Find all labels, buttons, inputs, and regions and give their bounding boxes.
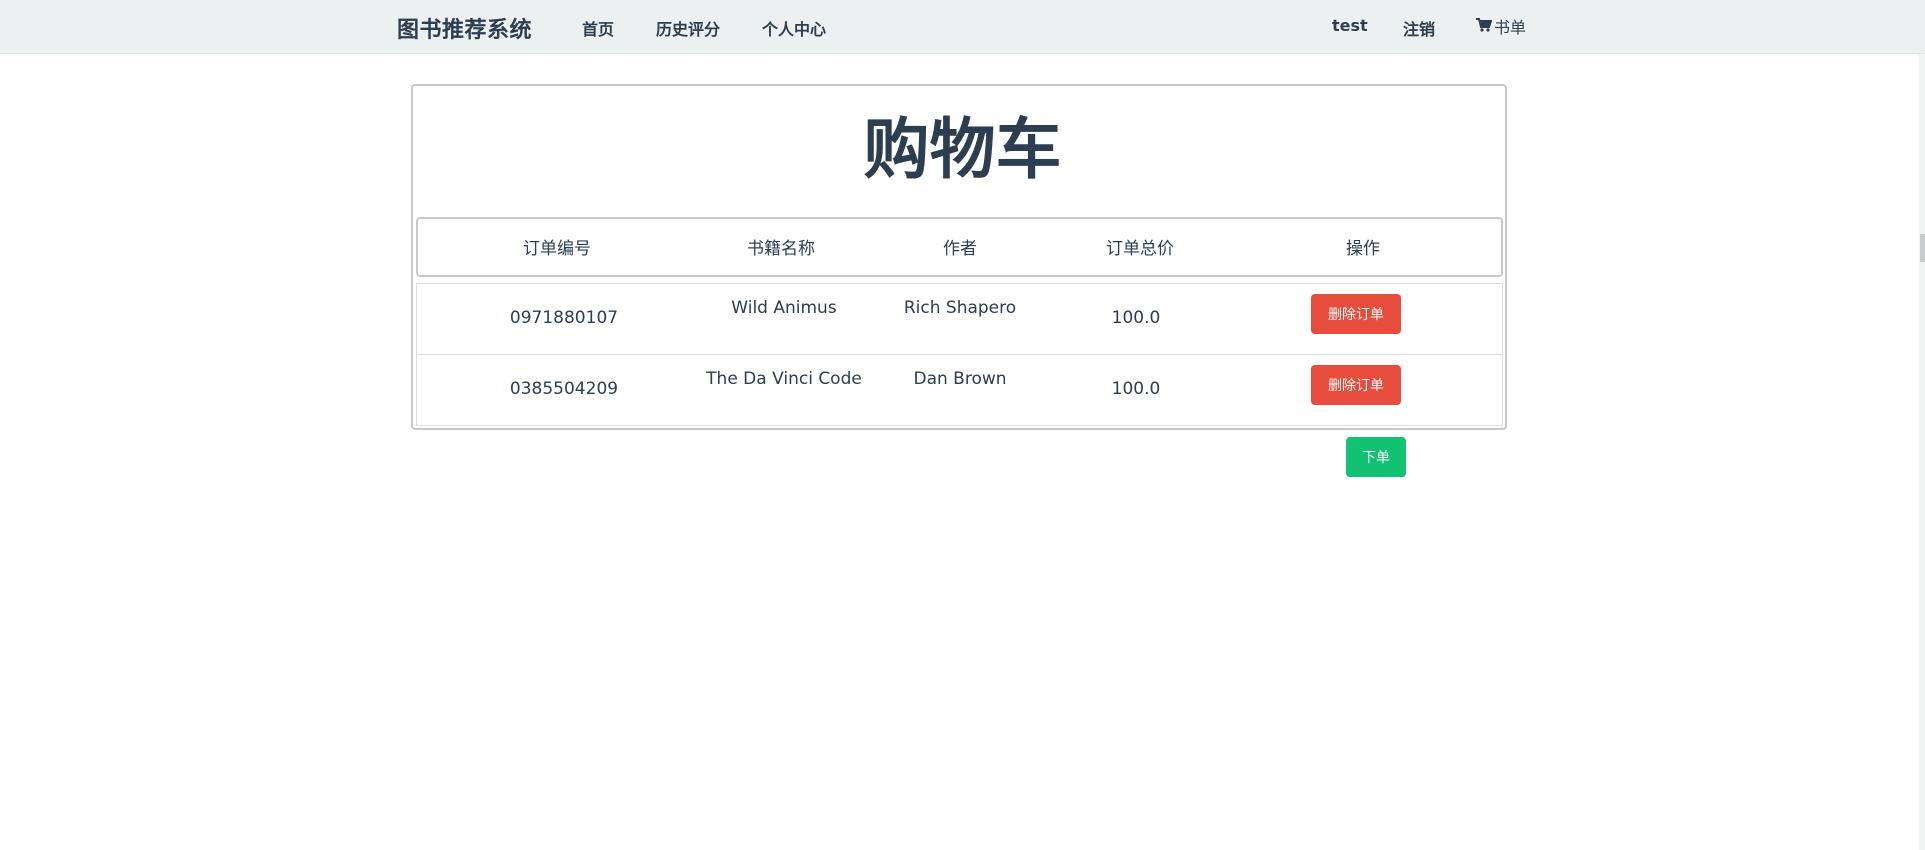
column-header-book-name: 书籍名称 [747,239,815,259]
column-header-total-price: 订单总价 [1106,239,1174,259]
nav-link-rating-history[interactable]: 历史评分 [656,16,720,40]
author-cell: Dan Brown [913,369,1007,389]
place-order-button[interactable]: 下单 [1346,437,1406,477]
page-title: 购物车 [863,111,1062,188]
column-header-order-id: 订单编号 [523,239,591,259]
nav-link-home[interactable]: 首页 [582,16,614,40]
column-header-action: 操作 [1346,239,1380,259]
column-header-author: 作者 [943,239,977,259]
order-id-cell: 0971880107 [509,308,619,328]
row-divider [417,354,1502,355]
author-cell: Rich Shapero [903,298,1017,318]
navbar: 图书推荐系统 首页 历史评分 个人中心 test 注销 书单 [0,0,1925,54]
nav-link-profile[interactable]: 个人中心 [762,16,826,40]
delete-order-button[interactable]: 删除订单 [1311,365,1401,405]
nav-logout-link[interactable]: 注销 [1403,16,1435,40]
scrollbar-thumb[interactable] [1920,234,1925,262]
price-cell: 100.0 [1111,379,1161,399]
delete-order-button[interactable]: 删除订单 [1311,294,1401,334]
order-id-cell: 0385504209 [509,379,619,399]
book-name-cell: The Da Vinci Code [706,369,862,389]
cart-icon [1476,17,1494,36]
book-name-cell: Wild Animus [731,298,837,318]
nav-user-name[interactable]: test [1332,16,1368,35]
brand-title[interactable]: 图书推荐系统 [397,12,532,44]
price-cell: 100.0 [1111,308,1161,328]
cart-label: 书单 [1494,18,1527,37]
nav-cart-link[interactable]: 书单 [1476,14,1526,38]
